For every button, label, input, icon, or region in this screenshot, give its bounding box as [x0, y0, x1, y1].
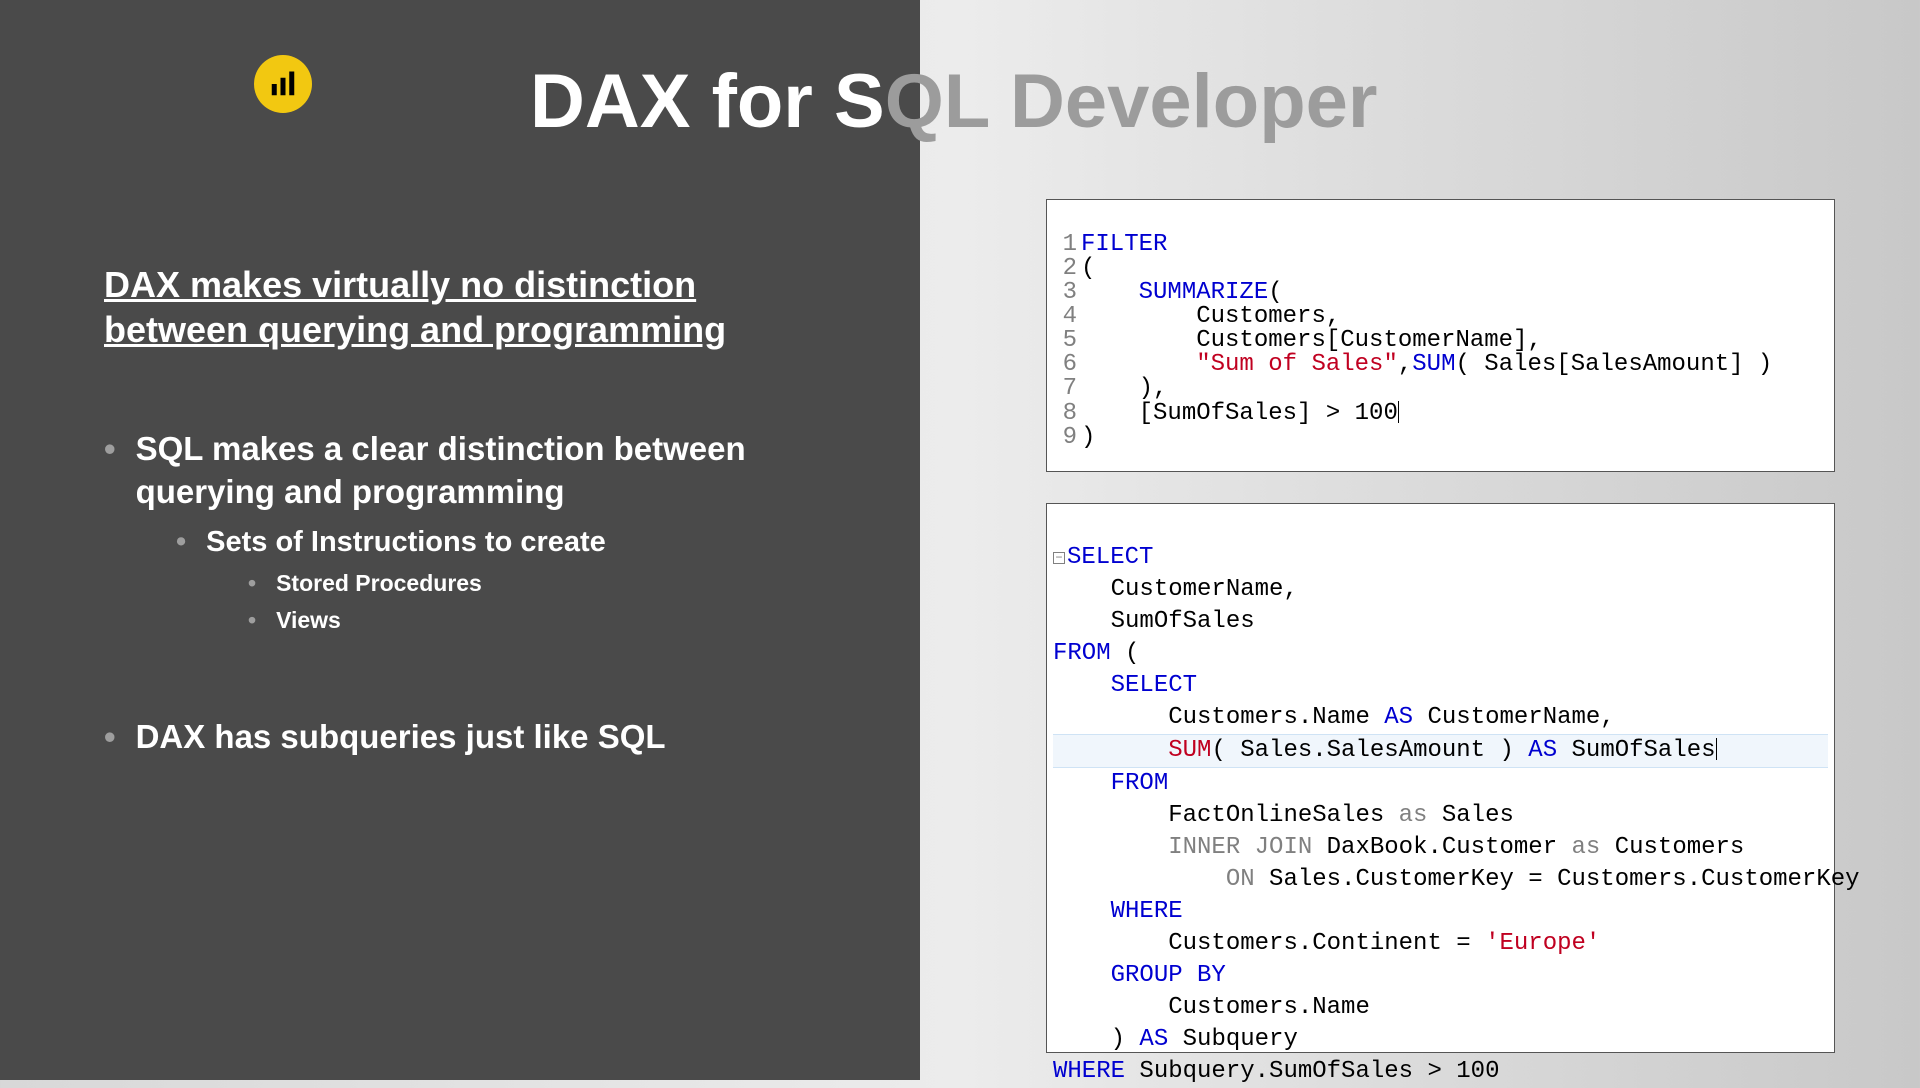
code-text: ),	[1139, 375, 1168, 402]
code-text: Customers.Name	[1168, 994, 1370, 1021]
code-text: SumOfSales	[1111, 608, 1255, 635]
code-text: ( Sales.SalesAmount )	[1211, 737, 1528, 764]
code-keyword: SELECT	[1067, 544, 1153, 571]
code-text: (	[1081, 255, 1095, 282]
code-text: Subquery.SumOfSales > 100	[1125, 1058, 1499, 1085]
code-text: (	[1111, 640, 1140, 667]
bullet-dot-icon: •	[104, 716, 116, 759]
code-keyword: ON	[1226, 866, 1255, 893]
code-text: Customers.Continent =	[1168, 930, 1485, 957]
text-cursor-icon	[1398, 401, 1399, 423]
code-text: CustomerName,	[1111, 576, 1298, 603]
list-item: • DAX has subqueries just like SQL	[104, 716, 884, 759]
code-keyword: INNER JOIN	[1168, 834, 1312, 861]
code-string: "Sum of Sales"	[1196, 351, 1398, 378]
code-text: DaxBook.Customer	[1312, 834, 1571, 861]
bullet-dot-icon: •	[248, 567, 256, 599]
code-function: SUM	[1168, 737, 1211, 764]
slide-title: DAX for SQL Developer	[530, 58, 1377, 145]
code-string: 'Europe'	[1485, 930, 1600, 957]
code-keyword: as	[1399, 802, 1428, 829]
code-text: [SumOfSales] > 100	[1139, 400, 1398, 427]
code-text: Customers,	[1196, 303, 1340, 330]
code-text: Customers.Name	[1168, 704, 1384, 731]
list-item: • Views	[248, 604, 884, 636]
code-keyword: GROUP BY	[1111, 962, 1226, 989]
slide-subtitle: DAX makes virtually no distinction betwe…	[104, 262, 824, 352]
code-keyword: WHERE	[1111, 898, 1183, 925]
bullet-dot-icon: •	[176, 524, 186, 562]
sql-code-block: −SELECT CustomerName, SumOfSales FROM ( …	[1046, 503, 1835, 1053]
code-text: ,	[1398, 351, 1412, 378]
code-text: Sales	[1427, 802, 1513, 829]
bullet-text: Sets of Instructions to create	[206, 524, 606, 562]
code-text: Sales.CustomerKey = Customers.CustomerKe…	[1255, 866, 1860, 893]
code-keyword: AS	[1528, 737, 1557, 764]
code-text: (	[1268, 279, 1282, 306]
code-keyword: AS	[1139, 1026, 1168, 1053]
bullet-dot-icon: •	[104, 428, 116, 514]
list-item: • Sets of Instructions to create	[176, 524, 884, 562]
code-text: ( Sales[SalesAmount] )	[1455, 351, 1772, 378]
code-keyword: FILTER	[1081, 231, 1167, 258]
bullet-text: Stored Procedures	[276, 567, 482, 599]
bullet-list: • SQL makes a clear distinction between …	[104, 428, 884, 769]
code-text: Subquery	[1168, 1026, 1298, 1053]
bullet-text: SQL makes a clear distinction between qu…	[136, 428, 884, 514]
bullet-dot-icon: •	[248, 604, 256, 636]
powerbi-logo-icon	[254, 55, 312, 113]
code-keyword: as	[1572, 834, 1601, 861]
bullet-text: Views	[276, 604, 341, 636]
code-text: )	[1081, 424, 1095, 451]
code-keyword: FROM	[1111, 770, 1169, 797]
fold-minus-icon: −	[1053, 552, 1065, 564]
code-keyword: SUMMARIZE	[1139, 279, 1269, 306]
code-keyword: FROM	[1053, 640, 1111, 667]
code-text: Customers[CustomerName],	[1196, 327, 1542, 354]
code-keyword: AS	[1384, 704, 1413, 731]
code-keyword: SUM	[1412, 351, 1455, 378]
bullet-text: DAX has subqueries just like SQL	[136, 716, 666, 759]
code-text: FactOnlineSales	[1168, 802, 1398, 829]
title-white-part: DAX for S	[530, 59, 885, 144]
dax-code-block: 1FILTER 2( 3 SUMMARIZE( 4 Customers, 5 C…	[1046, 199, 1835, 472]
code-keyword: SELECT	[1111, 672, 1197, 699]
code-text: )	[1111, 1026, 1140, 1053]
list-item: • SQL makes a clear distinction between …	[104, 428, 884, 514]
title-gray-part: QL Developer	[885, 59, 1378, 144]
code-text: CustomerName,	[1413, 704, 1615, 731]
code-text: Customers	[1600, 834, 1744, 861]
code-keyword: WHERE	[1053, 1058, 1125, 1085]
code-text: SumOfSales	[1557, 737, 1715, 764]
list-item: • Stored Procedures	[248, 567, 884, 599]
text-cursor-icon	[1716, 738, 1717, 760]
